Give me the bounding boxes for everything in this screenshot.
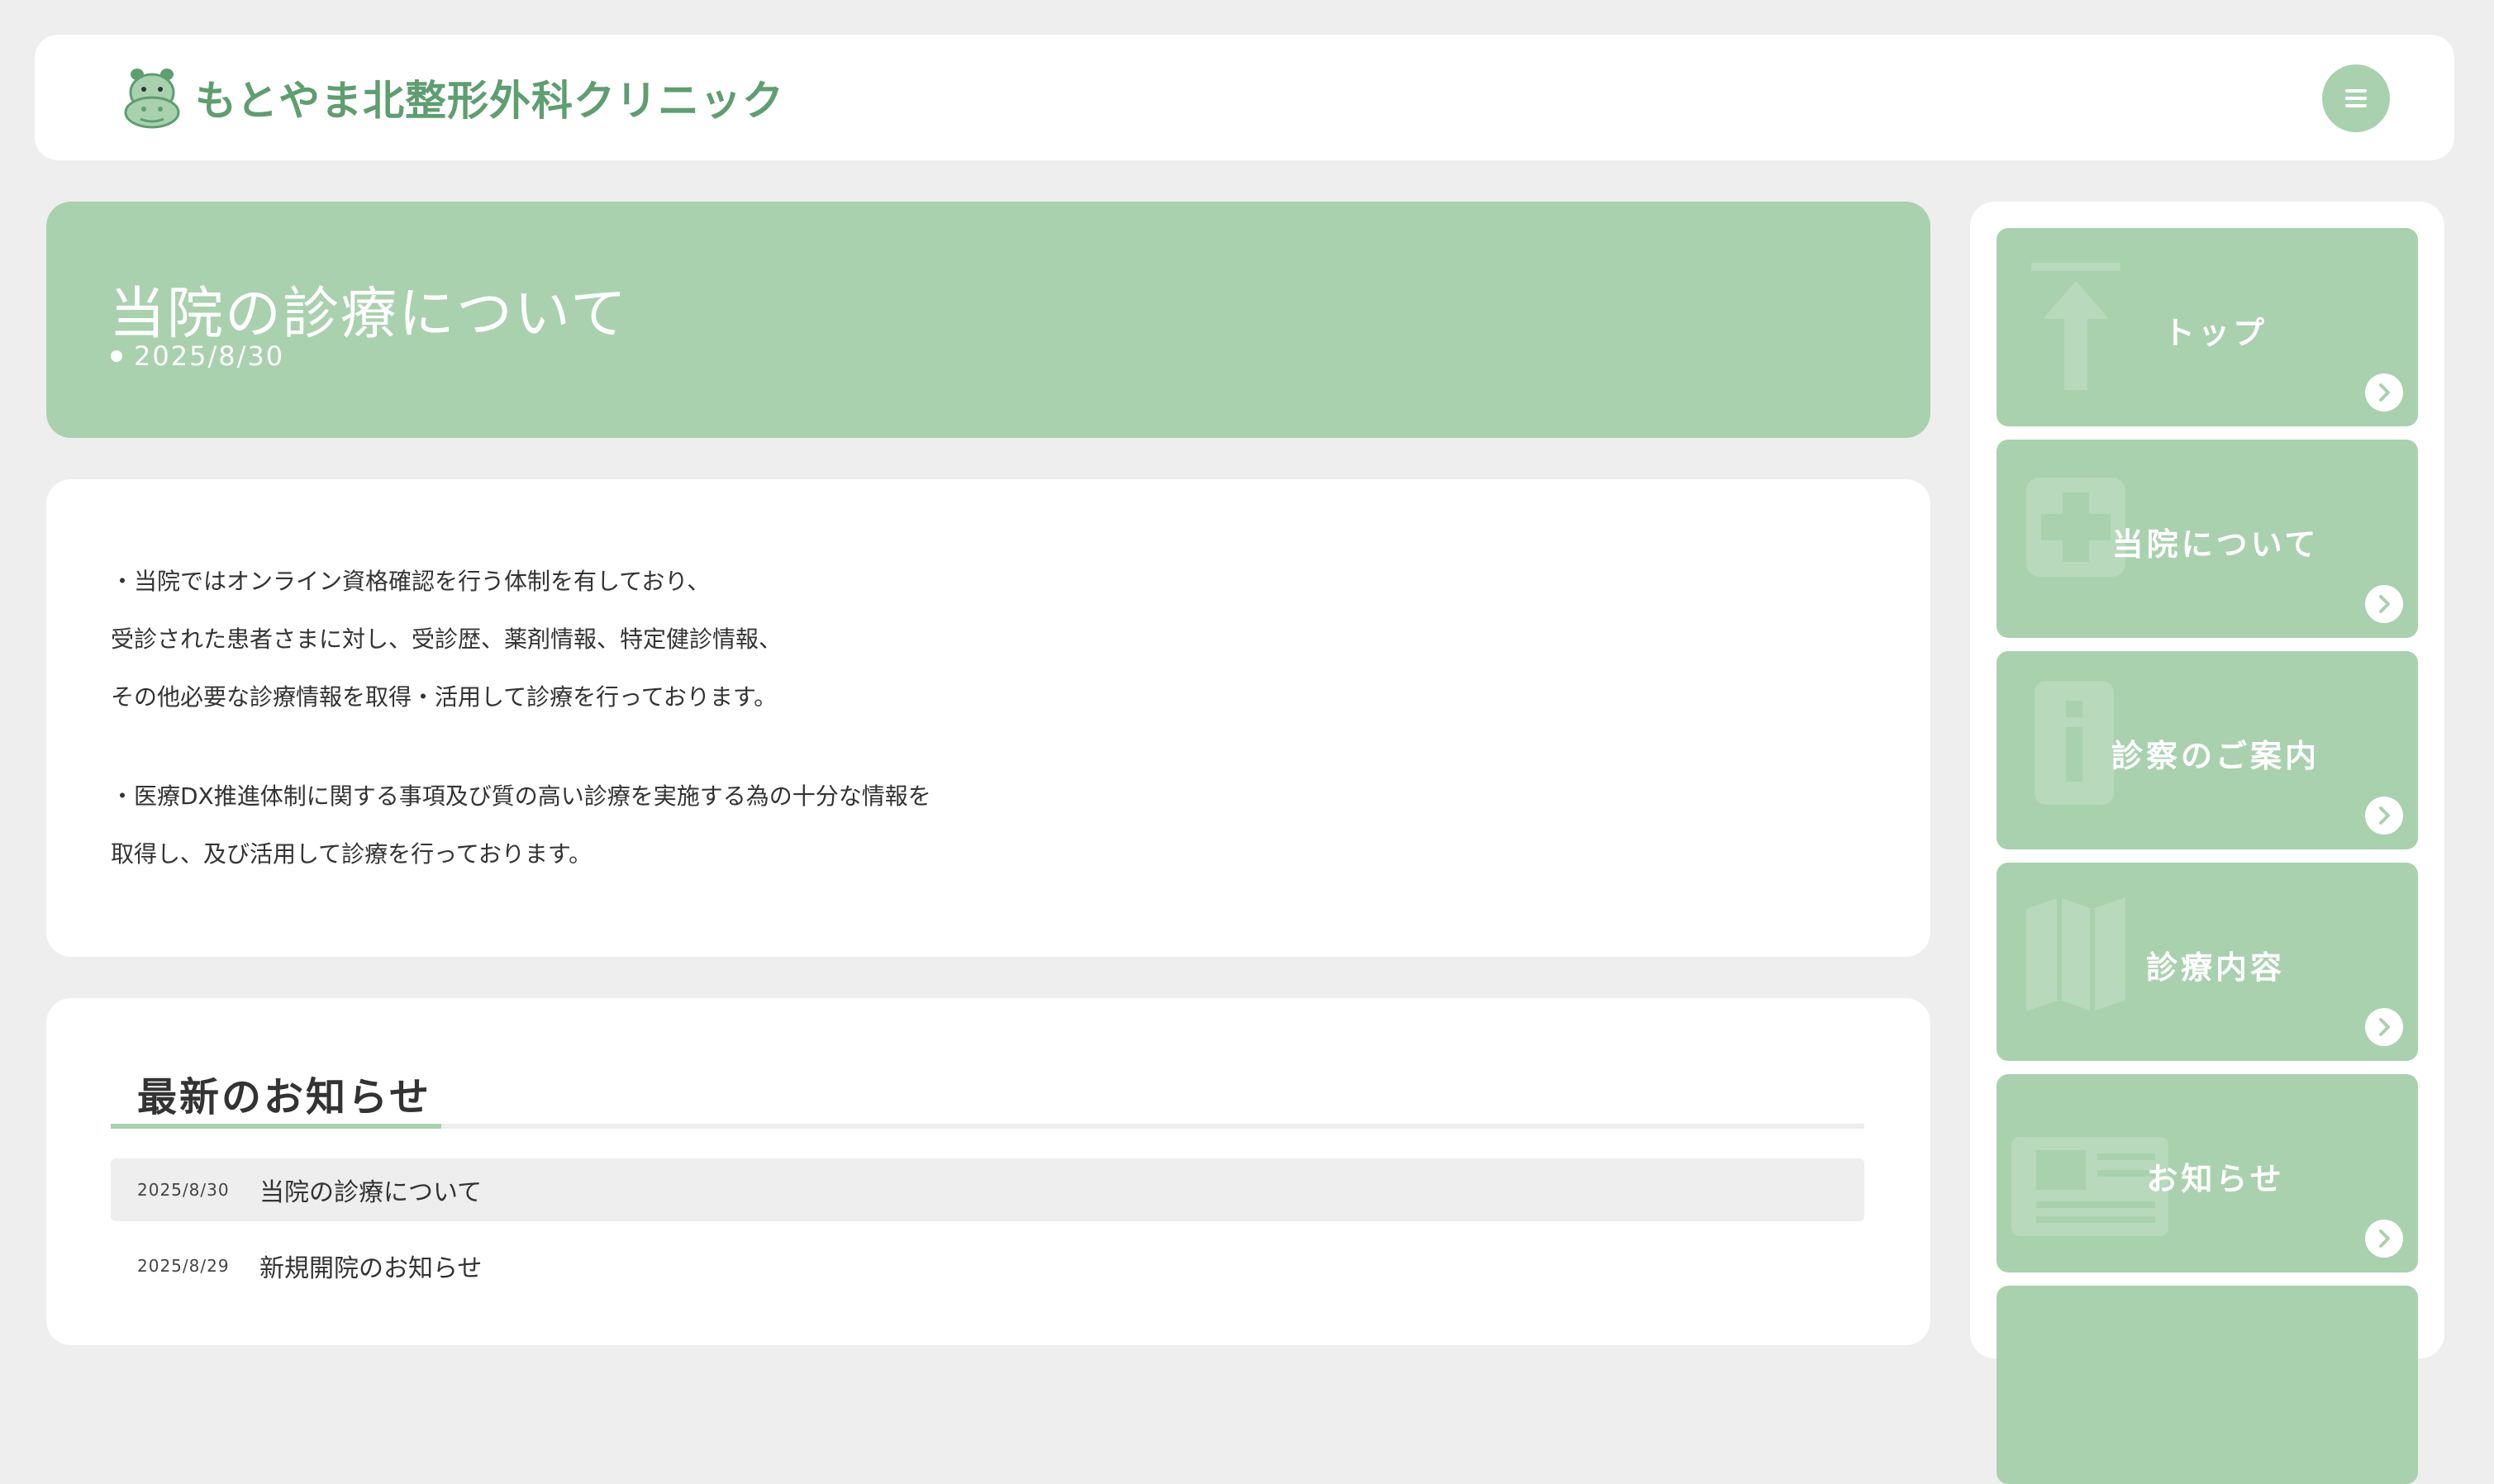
nav-card-services[interactable]: 診療内容 — [1997, 863, 2418, 1061]
article-line: ・当院ではオンライン資格確認を行う体制を有しており、 — [111, 568, 711, 595]
post-date: 2025/8/30 — [111, 340, 284, 372]
chevron-right-icon — [2365, 585, 2403, 623]
article-line: 取得し、及び活用して診療を行っております。 — [111, 840, 593, 868]
chevron-right-icon — [2365, 797, 2403, 835]
chevron-right-icon — [2365, 1008, 2403, 1046]
article-line: その他必要な診療情報を取得・活用して診療を行っております。 — [111, 683, 778, 711]
bullet-dot-icon — [111, 350, 122, 362]
post-date-text: 2025/8/30 — [134, 340, 285, 372]
page-title: 当院の診療について — [109, 282, 628, 347]
nav-card-label: トップ — [2163, 315, 2268, 351]
nav-card-top[interactable]: トップ — [1997, 228, 2418, 426]
page-title-banner: 当院の診療について 2025/8/30 — [46, 202, 1930, 438]
nav-card-label: 当院について — [2111, 526, 2320, 563]
news-item-date: 2025/8/30 — [137, 1180, 230, 1200]
news-item[interactable]: 2025/8/29 新規開院のお知らせ — [111, 1234, 1864, 1297]
article-line: ・医療DX推進体制に関する事項及び質の高い診療を実施する為の十分な情報を — [111, 782, 931, 810]
nav-card-about[interactable]: 当院について — [1997, 440, 2418, 638]
nav-card-label: 診察のご案内 — [2111, 738, 2320, 774]
news-item[interactable]: 2025/8/30 当院の診療について — [111, 1158, 1864, 1221]
news-divider-accent — [111, 1124, 441, 1129]
chevron-right-icon — [2365, 373, 2403, 411]
news-item-title: 新規開院のお知らせ — [259, 1254, 483, 1283]
menu-button[interactable] — [2322, 64, 2390, 132]
article-line: 受診された患者さまに対し、受診歴、薬剤情報、特定健診情報、 — [111, 625, 783, 653]
nav-card-next[interactable] — [1997, 1286, 2418, 1484]
sidebar-nav: トップ 当院について 診察のご案内 診療内容 お知らせ — [1970, 202, 2444, 1484]
news-item-date: 2025/8/29 — [137, 1256, 230, 1276]
news-item-title: 当院の診療について — [259, 1178, 483, 1207]
news-heading: 最新のお知らせ — [137, 1074, 432, 1120]
site-logo[interactable]: もとやま北整形外科クリニック — [122, 63, 784, 132]
nav-card-label: お知らせ — [2146, 1161, 2285, 1197]
hippo-icon — [124, 69, 180, 129]
latest-news-section: 最新のお知らせ 2025/8/30 当院の診療について 2025/8/29 新規… — [46, 998, 1930, 1345]
nav-card-news[interactable]: お知らせ — [1997, 1074, 2418, 1272]
site-name: もとやま北整形外科クリニック — [195, 77, 784, 125]
nav-card-guide[interactable]: 診察のご案内 — [1997, 651, 2418, 849]
site-header: もとやま北整形外科クリニック — [35, 35, 2454, 160]
nav-card-label: 診療内容 — [2145, 949, 2285, 986]
chevron-right-icon — [2365, 1220, 2403, 1258]
article-body: ・当院ではオンライン資格確認を行う体制を有しており、 受診された患者さまに対し、… — [46, 479, 1930, 957]
